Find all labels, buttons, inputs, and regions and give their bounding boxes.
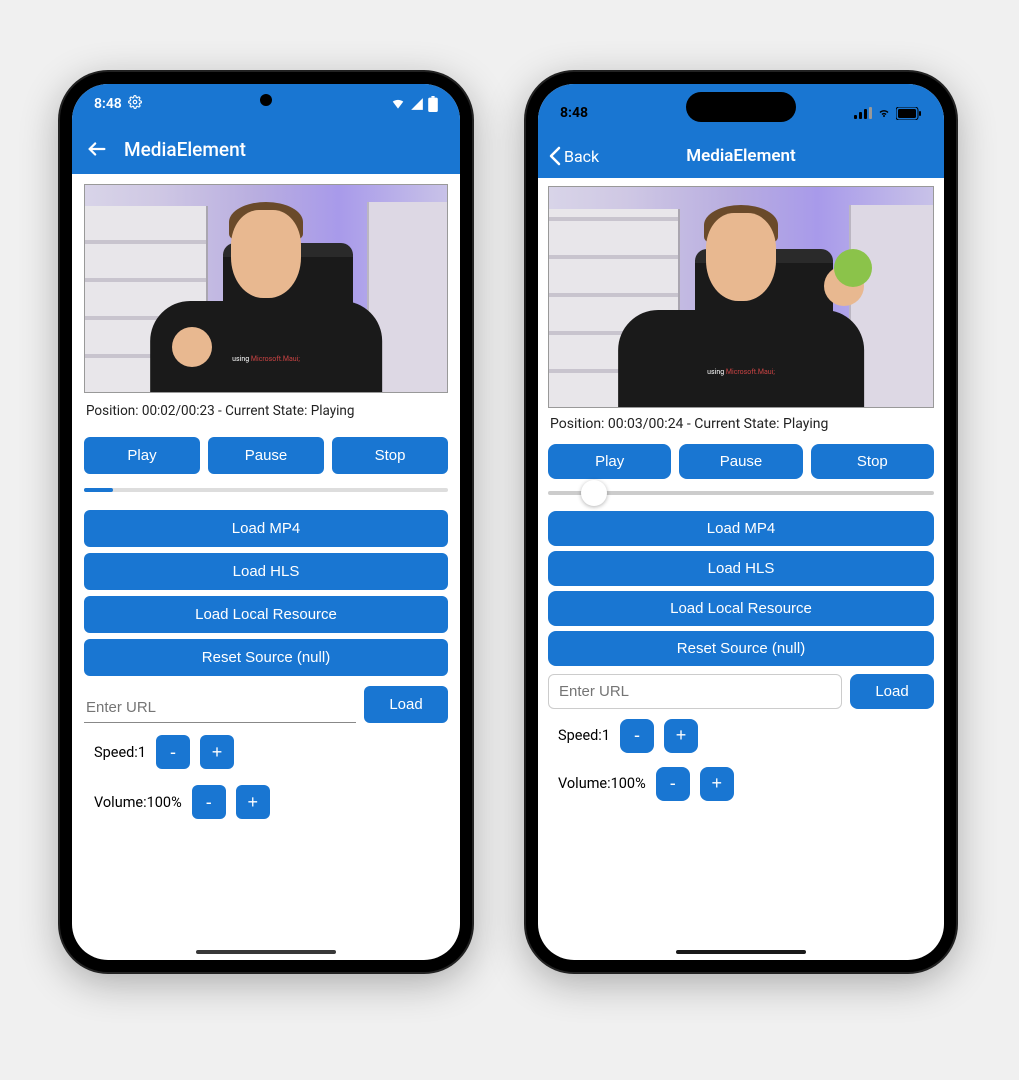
volume-decrease-button[interactable]: -	[656, 767, 690, 801]
battery-icon	[896, 107, 922, 120]
android-screen: 8:48 MediaElement	[72, 84, 460, 960]
volume-decrease-button[interactable]: -	[192, 785, 226, 819]
apple-prop	[834, 249, 872, 287]
volume-label: Volume:100%	[558, 775, 646, 792]
load-mp4-button[interactable]: Load MP4	[84, 510, 448, 547]
video-player[interactable]: using Microsoft.Maui;	[548, 186, 934, 408]
playback-status-text: Position: 00:02/00:23 - Current State: P…	[84, 401, 448, 429]
playback-button-row: Play Pause Stop	[548, 444, 934, 479]
load-url-button[interactable]: Load	[364, 686, 448, 723]
ios-phone-frame: 8:48 Back MediaElement	[526, 72, 956, 972]
speed-label: Speed:1	[94, 744, 146, 761]
ios-content: using Microsoft.Maui; Position: 00:03/00…	[538, 178, 944, 960]
status-time: 8:48	[94, 96, 122, 112]
speed-increase-button[interactable]: +	[200, 735, 234, 769]
volume-control-row: Volume:100% - +	[84, 781, 448, 823]
wifi-icon	[876, 107, 892, 119]
volume-control-row: Volume:100% - +	[548, 763, 934, 805]
shirt-text: using Microsoft.Maui;	[707, 368, 775, 376]
url-row: Load	[84, 686, 448, 723]
play-button[interactable]: Play	[548, 444, 671, 479]
android-content: using Microsoft.Maui; Position: 00:02/00…	[72, 174, 460, 960]
stop-button[interactable]: Stop	[811, 444, 934, 479]
load-local-button[interactable]: Load Local Resource	[84, 596, 448, 633]
signal-icon	[410, 97, 424, 111]
wifi-icon	[390, 97, 406, 111]
seek-slider[interactable]	[548, 485, 934, 505]
load-local-button[interactable]: Load Local Resource	[548, 591, 934, 626]
url-row: Load	[548, 674, 934, 709]
battery-icon	[428, 96, 438, 112]
load-hls-button[interactable]: Load HLS	[84, 553, 448, 590]
back-button[interactable]: Back	[548, 146, 599, 166]
load-button-stack: Load MP4 Load HLS Load Local Resource Re…	[548, 511, 934, 666]
speed-label: Speed:1	[558, 727, 610, 744]
shirt-text: using Microsoft.Maui;	[232, 355, 300, 363]
load-url-button[interactable]: Load	[850, 674, 934, 709]
volume-increase-button[interactable]: +	[236, 785, 270, 819]
stop-button[interactable]: Stop	[332, 437, 448, 474]
android-camera-dot	[260, 94, 272, 106]
playback-button-row: Play Pause Stop	[84, 437, 448, 474]
playback-status-text: Position: 00:03/00:24 - Current State: P…	[548, 414, 934, 438]
page-title: MediaElement	[124, 138, 246, 161]
home-indicator	[676, 950, 806, 954]
reset-source-button[interactable]: Reset Source (null)	[548, 631, 934, 666]
status-time: 8:48	[560, 105, 588, 121]
back-label: Back	[564, 147, 599, 166]
ios-screen: 8:48 Back MediaElement	[538, 84, 944, 960]
speed-control-row: Speed:1 - +	[84, 731, 448, 773]
gear-icon	[128, 95, 142, 113]
speed-decrease-button[interactable]: -	[620, 719, 654, 753]
speed-increase-button[interactable]: +	[664, 719, 698, 753]
ios-header-bar: Back MediaElement	[538, 134, 944, 178]
chevron-left-icon	[548, 146, 562, 166]
url-input[interactable]	[548, 674, 842, 709]
video-player[interactable]: using Microsoft.Maui;	[84, 184, 448, 393]
home-indicator	[196, 950, 336, 954]
page-title: MediaElement	[686, 146, 795, 166]
load-mp4-button[interactable]: Load MP4	[548, 511, 934, 546]
dynamic-island	[686, 92, 796, 122]
pause-button[interactable]: Pause	[679, 444, 802, 479]
url-input[interactable]	[84, 693, 356, 723]
seek-slider[interactable]	[84, 482, 448, 502]
reset-source-button[interactable]: Reset Source (null)	[84, 639, 448, 676]
android-header-bar: MediaElement	[72, 124, 460, 174]
speed-decrease-button[interactable]: -	[156, 735, 190, 769]
back-arrow-icon[interactable]	[86, 138, 108, 160]
pause-button[interactable]: Pause	[208, 437, 324, 474]
signal-icon	[854, 107, 872, 119]
volume-label: Volume:100%	[94, 794, 182, 811]
play-button[interactable]: Play	[84, 437, 200, 474]
volume-increase-button[interactable]: +	[700, 767, 734, 801]
load-button-stack: Load MP4 Load HLS Load Local Resource Re…	[84, 510, 448, 676]
android-phone-frame: 8:48 MediaElement	[60, 72, 472, 972]
load-hls-button[interactable]: Load HLS	[548, 551, 934, 586]
speed-control-row: Speed:1 - +	[548, 715, 934, 757]
